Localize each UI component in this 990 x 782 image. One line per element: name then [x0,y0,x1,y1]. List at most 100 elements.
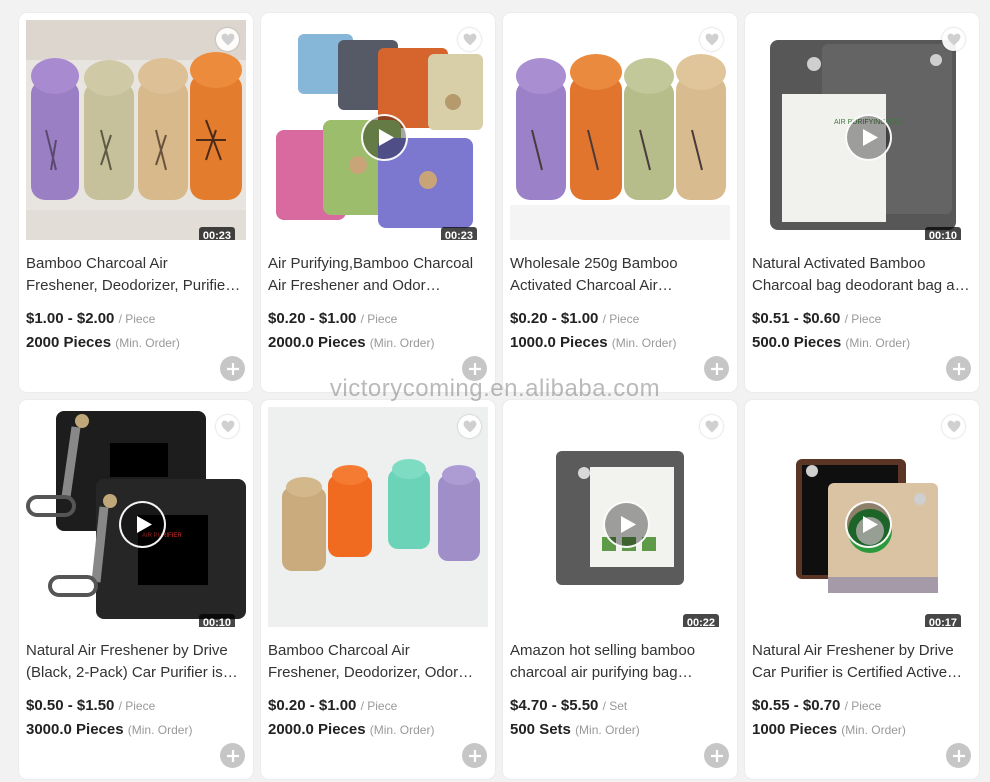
min-order-note: (Min. Order) [575,723,640,737]
min-order-value: 1000.0 Pieces [510,334,608,351]
price-value: $0.20 - $1.00 [510,310,599,327]
product-card[interactable]: AIR PURIFIER 00:10 Natural Air Freshener… [19,400,253,779]
product-title-line1: Natural Air Freshener by Drive [752,642,954,659]
price-range: $0.20 - $1.00 / Piece [268,697,397,714]
product-image[interactable]: 00:17 [752,407,972,627]
price-range: $1.00 - $2.00 / Piece [26,310,155,327]
favorite-heart-icon[interactable] [942,415,965,438]
price-unit: / Piece [602,312,640,326]
product-title-line1: Bamboo Charcoal Air [26,255,168,272]
price-value: $0.50 - $1.50 [26,697,115,714]
price-unit: / Piece [118,312,156,326]
product-title-line2: charcoal air purifying bag… [510,664,693,681]
price-unit: / Piece [360,699,398,713]
play-video-button[interactable] [845,114,892,161]
favorite-heart-icon[interactable] [700,28,723,51]
price-range: $4.70 - $5.50 / Set [510,697,627,714]
price-unit: / Piece [844,699,882,713]
product-title-line1: Natural Activated Bamboo [752,255,926,272]
add-compare-button[interactable] [704,356,729,381]
product-image[interactable]: AIR PURIFYING BAG 00:10 [752,20,972,240]
min-order-note: (Min. Order) [369,336,435,350]
product-title[interactable]: Natural Activated Bamboo Charcoal bag de… [752,253,970,297]
add-compare-button[interactable] [220,356,245,381]
price-unit: / Piece [118,699,156,713]
add-compare-button[interactable] [946,356,971,381]
product-grid: 00:23 Bamboo Charcoal Air Freshener, Deo… [19,13,979,779]
price-unit: / Set [602,699,628,713]
play-video-button[interactable] [603,501,650,548]
product-title-line2: Air Freshener and Odor… [268,277,441,294]
product-title-line1: Wholesale 250g Bamboo [510,255,678,272]
product-title-line2: Activated Charcoal Air… [510,277,673,294]
price-range: $0.50 - $1.50 / Piece [26,697,155,714]
plus-icon [952,749,965,762]
product-title[interactable]: Natural Air Freshener by Drive (Black, 2… [26,640,244,684]
min-order-value: 3000.0 Pieces [26,721,124,738]
product-card[interactable]: 00:23 Bamboo Charcoal Air Freshener, Deo… [19,13,253,392]
plus-icon [226,749,239,762]
min-order: 1000 Pieces (Min. Order) [752,721,906,738]
min-order-note: (Min. Order) [841,723,906,737]
min-order-note: (Min. Order) [115,336,180,350]
price-value: $0.20 - $1.00 [268,697,357,714]
price-value: $1.00 - $2.00 [26,310,115,327]
min-order: 2000.0 Pieces (Min. Order) [268,721,434,738]
plus-icon [468,749,481,762]
min-order: 1000.0 Pieces (Min. Order) [510,334,676,351]
product-image[interactable]: AIR PURIFIER 00:10 [26,407,246,627]
product-image[interactable] [268,407,488,627]
product-title-line1: Amazon hot selling bamboo [510,642,696,659]
play-video-button[interactable] [119,501,166,548]
add-compare-button[interactable] [704,743,729,768]
plus-icon [710,362,723,375]
price-value: $0.51 - $0.60 [752,310,841,327]
product-title[interactable]: Wholesale 250g Bamboo Activated Charcoal… [510,253,728,297]
video-duration-badge: 00:10 [198,614,235,627]
price-value: $0.20 - $1.00 [268,310,357,327]
play-video-button[interactable] [361,114,408,161]
min-order-note: (Min. Order) [611,336,677,350]
price-range: $0.51 - $0.60 / Piece [752,310,881,327]
product-image[interactable]: 00:23 [26,20,246,240]
play-icon [862,129,878,146]
favorite-heart-icon[interactable] [216,28,239,51]
product-card[interactable]: AIR PURIFYING BAG 00:10 Natural Activate… [745,13,979,392]
product-image[interactable]: 00:22 [510,407,730,627]
add-compare-button[interactable] [462,356,487,381]
min-order-value: 500.0 Pieces [752,334,842,351]
add-compare-button[interactable] [462,743,487,768]
min-order: 2000 Pieces (Min. Order) [26,334,180,351]
plus-icon [226,362,239,375]
favorite-heart-icon[interactable] [458,28,481,51]
min-order: 500 Sets (Min. Order) [510,721,640,738]
price-range: $0.20 - $1.00 / Piece [268,310,397,327]
product-image[interactable]: 00:23 [268,20,488,240]
product-card[interactable]: Bamboo Charcoal Air Freshener, Deodorize… [261,400,495,779]
product-title-line2: Car Purifier is Certified Active… [752,664,963,681]
add-compare-button[interactable] [220,743,245,768]
play-icon [136,516,152,533]
product-title[interactable]: Bamboo Charcoal Air Freshener, Deodorize… [26,253,244,297]
product-title[interactable]: Air Purifying,Bamboo Charcoal Air Freshe… [268,253,486,297]
product-card[interactable]: 00:17 Natural Air Freshener by Drive Car… [745,400,979,779]
min-order-value: 2000 Pieces [26,334,112,351]
favorite-heart-icon[interactable] [216,415,239,438]
product-card[interactable]: 00:23 Air Purifying,Bamboo Charcoal Air … [261,13,495,392]
min-order: 500.0 Pieces (Min. Order) [752,334,910,351]
product-card[interactable]: Wholesale 250g Bamboo Activated Charcoal… [503,13,737,392]
favorite-heart-icon[interactable] [458,415,481,438]
product-title-line2: (Black, 2-Pack) Car Purifier is… [26,664,238,681]
play-video-button[interactable] [845,501,892,548]
product-title[interactable]: Bamboo Charcoal Air Freshener, Deodorize… [268,640,486,684]
price-unit: / Piece [844,312,882,326]
favorite-heart-icon[interactable] [942,28,965,51]
add-compare-button[interactable] [946,743,971,768]
product-card[interactable]: 00:22 Amazon hot selling bamboo charcoal… [503,400,737,779]
product-image[interactable] [510,20,730,240]
video-duration-badge: 00:23 [198,227,235,240]
product-title[interactable]: Amazon hot selling bamboo charcoal air p… [510,640,728,684]
product-title[interactable]: Natural Air Freshener by Drive Car Purif… [752,640,970,684]
favorite-heart-icon[interactable] [700,415,723,438]
price-range: $0.20 - $1.00 / Piece [510,310,639,327]
